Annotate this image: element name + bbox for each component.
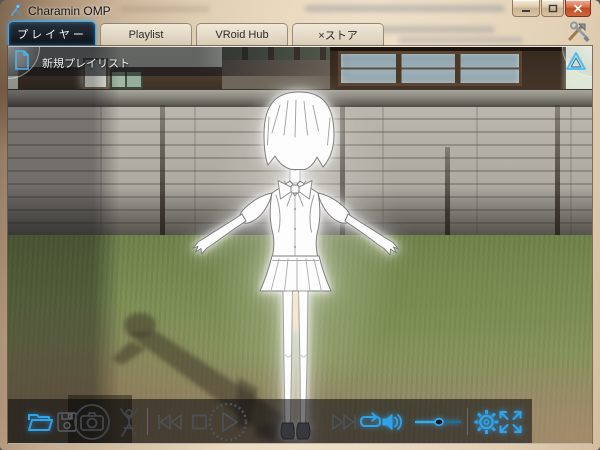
app-icon <box>9 3 24 18</box>
playlist-name: 新規プレイリスト <box>42 55 130 71</box>
open-file-button[interactable] <box>26 411 54 433</box>
titlebar[interactable]: Charamin OMP <box>0 0 600 21</box>
loop-icon <box>357 411 384 433</box>
maximize-icon <box>548 4 558 13</box>
hammer-wrench-icon[interactable] <box>566 21 592 44</box>
scene-frosted-window <box>338 51 522 86</box>
tab-vroid-hub[interactable]: VRoid Hub <box>196 23 288 46</box>
play-gear-icon <box>207 401 249 443</box>
dance-button[interactable] <box>116 406 142 438</box>
tab-player[interactable]: プレイヤー <box>8 21 96 46</box>
skip-forward-icon <box>331 413 358 431</box>
tab-store-label: ×ストア <box>318 27 357 43</box>
play-button[interactable] <box>207 401 249 443</box>
stop-button[interactable] <box>191 413 208 430</box>
minimize-icon <box>521 4 531 13</box>
tab-playlist[interactable]: Playlist <box>100 23 192 46</box>
window-title: Charamin OMP <box>28 4 111 18</box>
settings-button[interactable] <box>473 408 500 435</box>
toolbar-separator <box>147 408 148 435</box>
minimize-button[interactable] <box>512 0 540 17</box>
toolbar-separator <box>467 408 468 435</box>
volume-slider[interactable] <box>415 416 461 428</box>
gear-icon <box>473 408 500 435</box>
folder-open-icon <box>26 411 54 433</box>
new-document-icon[interactable] <box>14 50 30 70</box>
tab-player-label: プレイヤー <box>17 26 87 42</box>
left-panel-shade <box>8 47 120 443</box>
loop-button[interactable] <box>357 411 384 433</box>
skip-back-button[interactable] <box>156 413 183 431</box>
tab-playlist-label: Playlist <box>129 29 164 41</box>
maximize-button[interactable] <box>541 0 564 17</box>
charamin-logo-icon[interactable] <box>564 50 588 74</box>
skip-forward-button[interactable] <box>331 413 358 431</box>
fullscreen-button[interactable] <box>498 409 523 434</box>
playback-toolbar <box>8 399 532 443</box>
dancer-icon <box>116 406 142 438</box>
window-controls <box>511 0 591 17</box>
tab-vroid-hub-label: VRoid Hub <box>215 29 268 41</box>
volume-button[interactable] <box>381 412 404 432</box>
viewport-3d[interactable]: 新規プレイリスト <box>8 46 592 443</box>
camera-button[interactable] <box>72 402 112 442</box>
close-icon <box>573 4 583 13</box>
volume-slider-track <box>415 416 461 428</box>
camera-icon <box>72 402 112 442</box>
frame-bottom-highlight <box>8 443 592 444</box>
tab-store[interactable]: ×ストア <box>292 23 384 46</box>
speaker-icon <box>381 412 404 432</box>
expand-icon <box>498 409 523 434</box>
tab-strip: プレイヤー Playlist VRoid Hub ×ストア <box>0 21 600 46</box>
app-window: Charamin OMP プレイヤー Playlist VRoid Hub ×ス… <box>0 0 600 450</box>
stop-icon <box>191 413 208 430</box>
skip-back-icon <box>156 413 183 431</box>
scene-window-mullions <box>341 54 519 83</box>
character-anime-girl <box>168 87 428 443</box>
close-button[interactable] <box>565 0 591 17</box>
